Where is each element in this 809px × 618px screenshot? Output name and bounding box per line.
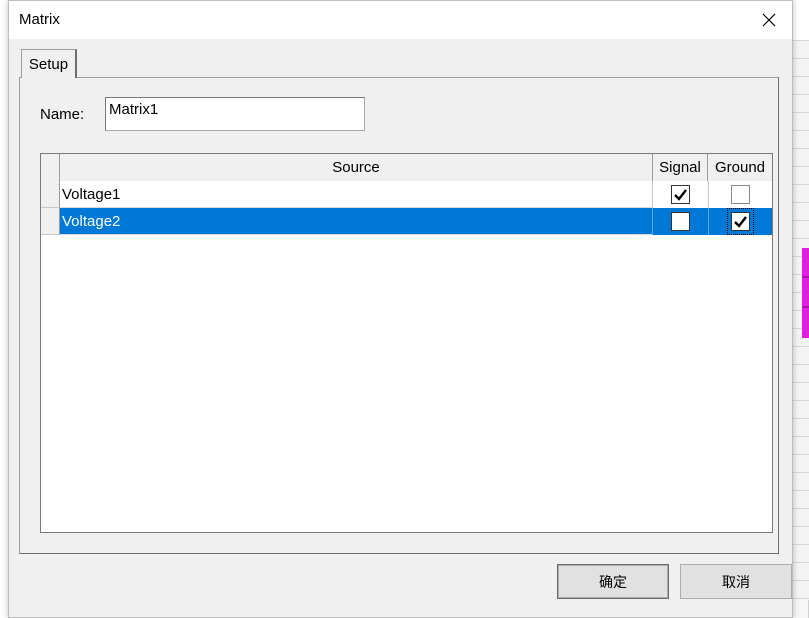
column-header-signal[interactable]: Signal bbox=[653, 154, 708, 181]
source-cell: Voltage2 bbox=[62, 213, 121, 230]
setup-panel: Name: Matrix1 Source Signal Ground Volta… bbox=[19, 77, 779, 554]
signal-cell bbox=[653, 181, 708, 208]
background-magenta-block bbox=[802, 248, 809, 338]
signal-checkbox[interactable] bbox=[671, 212, 690, 231]
ground-checkbox[interactable] bbox=[727, 208, 754, 235]
background-edge bbox=[0, 0, 6, 4]
cancel-button[interactable]: 取消 bbox=[680, 564, 792, 599]
column-header-source[interactable]: Source bbox=[60, 154, 653, 181]
ground-cell bbox=[709, 208, 772, 235]
signal-checkbox[interactable] bbox=[671, 185, 690, 204]
table-row[interactable]: Voltage2 bbox=[60, 208, 772, 235]
window-title: Matrix bbox=[19, 11, 60, 28]
row-header[interactable] bbox=[41, 181, 60, 208]
tab-setup[interactable]: Setup bbox=[21, 49, 77, 78]
row-header[interactable] bbox=[41, 208, 60, 235]
ground-checkbox[interactable] bbox=[731, 185, 750, 204]
name-label: Name: bbox=[40, 106, 85, 123]
close-icon bbox=[762, 13, 776, 27]
source-cell: Voltage1 bbox=[62, 186, 121, 203]
signal-cell bbox=[653, 208, 708, 235]
checkmark-icon bbox=[674, 188, 687, 201]
ground-cell bbox=[709, 181, 772, 208]
grid-corner-cell bbox=[41, 154, 60, 181]
close-button[interactable] bbox=[746, 1, 792, 39]
column-header-ground[interactable]: Ground bbox=[708, 154, 772, 181]
grid-header: Source Signal Ground bbox=[41, 154, 772, 181]
title-bar: Matrix bbox=[9, 1, 792, 39]
name-input[interactable]: Matrix1 bbox=[105, 97, 365, 131]
ok-button[interactable]: 确定 bbox=[557, 564, 669, 599]
checkmark-icon bbox=[734, 215, 747, 228]
matrix-dialog: Matrix Setup Name: Matrix1 Source Signal… bbox=[8, 0, 793, 618]
source-grid: Source Signal Ground Voltage1 Voltage2 bbox=[40, 153, 773, 533]
table-row[interactable]: Voltage1 bbox=[60, 181, 772, 208]
